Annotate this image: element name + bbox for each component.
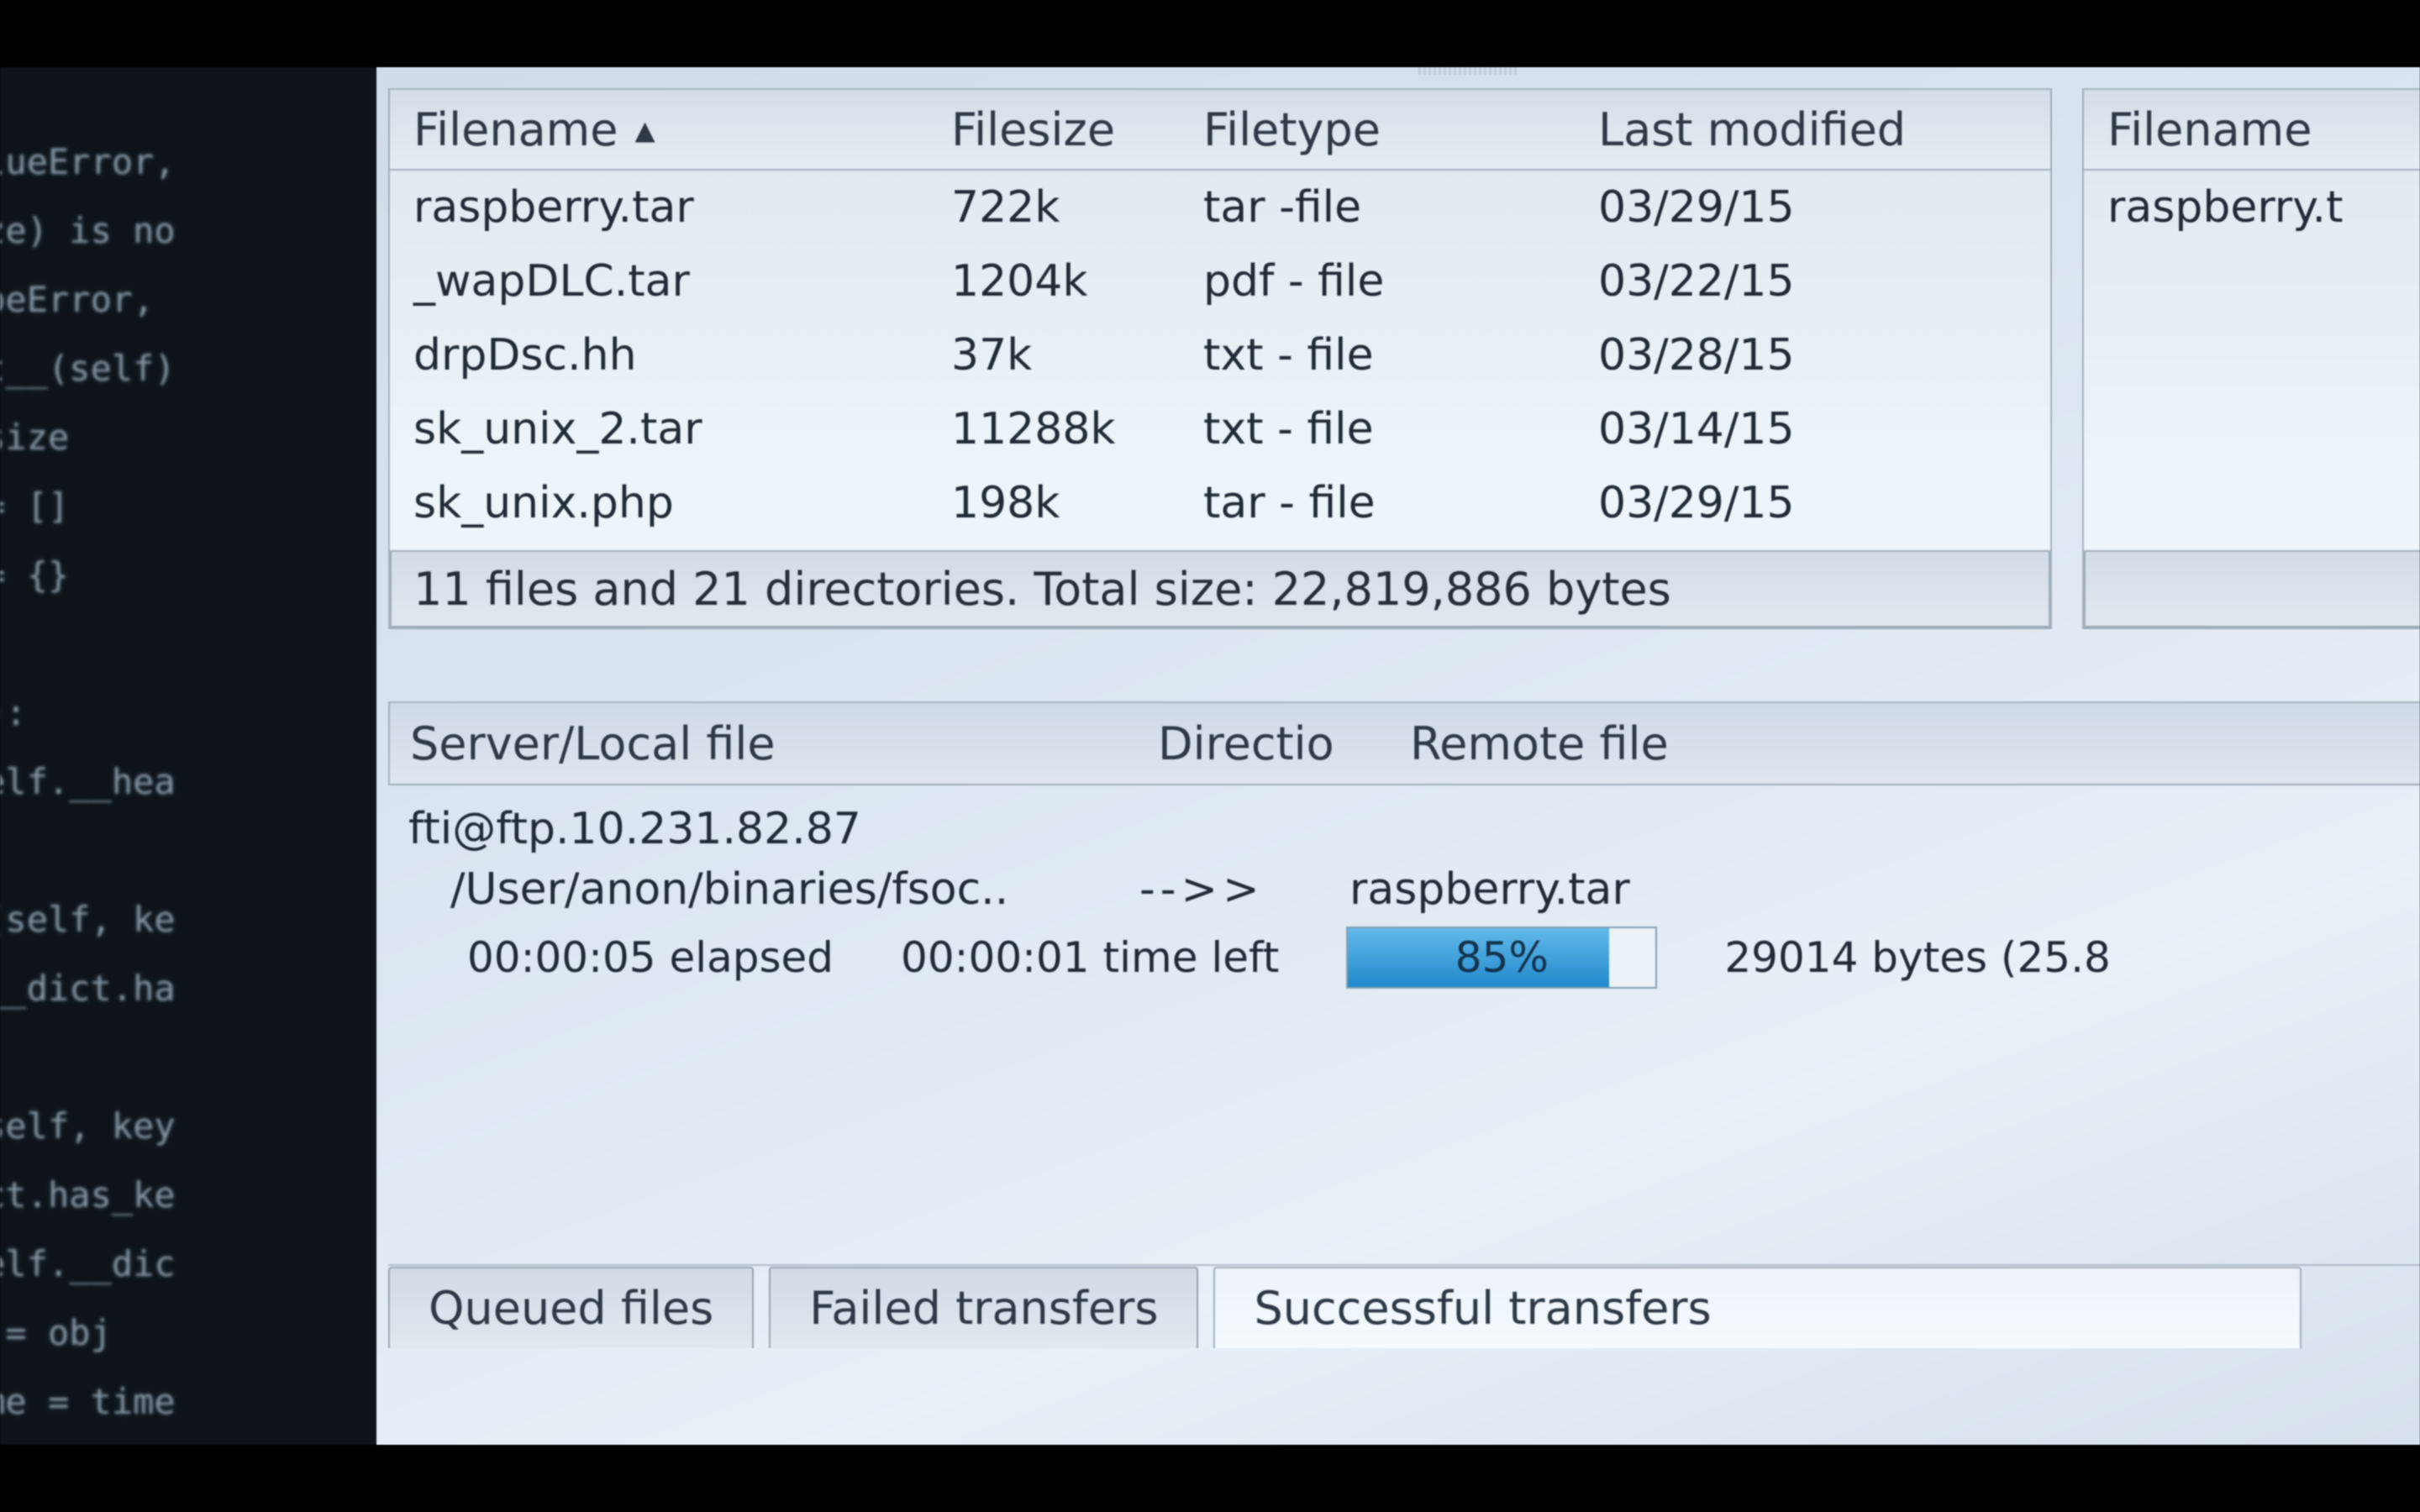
column-filename[interactable]: Filename <box>2084 103 2420 156</box>
column-filename-label: Filename <box>413 103 618 156</box>
file-name: sk_unix_2.tar <box>390 404 928 454</box>
file-type: txt - file <box>1180 404 1575 454</box>
transfer-size: 72 <box>2215 864 2420 915</box>
transfer-host[interactable]: fti@ftp.10.231.82.87 <box>408 804 2420 854</box>
file-size: 722k <box>928 182 1180 233</box>
file-row[interactable]: sk_unix_2.tar 11288k txt - file 03/14/15 <box>390 392 2050 466</box>
file-row[interactable]: raspberry.t <box>2084 171 2420 244</box>
transfer-queue-panel: Server/Local file Directio Remote file S… <box>388 701 2420 997</box>
directory-summary <box>2084 550 2420 627</box>
direction-arrow-icon: -->> <box>1139 864 1349 915</box>
transfer-bytes: 29014 bytes (25.8 <box>1724 933 2110 982</box>
column-filename[interactable]: Filename ▴ <box>390 103 928 156</box>
file-name: drpDsc.hh <box>390 330 928 381</box>
file-row[interactable]: raspberry.tar 722k tar -file 03/29/15 <box>390 171 2050 244</box>
column-filesize[interactable]: Filesize <box>928 103 1180 156</box>
queue-tabs: Queued files Failed transfers Successful… <box>388 1264 2420 1348</box>
ftp-client-window: Filename ▴ Filesize Filetype Last modifi… <box>376 67 2420 1445</box>
file-modified: 03/14/15 <box>1575 404 2050 454</box>
file-name: raspberry.t <box>2084 182 2420 233</box>
tab-successful-transfers[interactable]: Successful transfers <box>1213 1267 2301 1348</box>
transfer-progress-bar: 85% <box>1346 927 1657 989</box>
directory-summary: 11 files and 21 directories. Total size:… <box>390 550 2050 627</box>
file-name: _wapDLC.tar <box>390 256 928 307</box>
column-server-local[interactable]: Server/Local file <box>390 717 1138 770</box>
file-type: txt - file <box>1180 330 1575 381</box>
file-size: 11288k <box>928 404 1180 454</box>
column-last-modified[interactable]: Last modified <box>1575 103 2050 156</box>
transfer-elapsed: 00:00:05 elapsed <box>467 933 834 982</box>
column-remote-file[interactable]: Remote file <box>1390 717 2289 770</box>
transfer-row[interactable]: /User/anon/binaries/fsoc.. -->> raspberr… <box>408 864 2420 915</box>
column-size[interactable]: Si <box>2289 717 2420 770</box>
file-type: tar - file <box>1180 478 1575 528</box>
file-modified: 03/29/15 <box>1575 478 2050 528</box>
file-type: tar -file <box>1180 182 1575 233</box>
file-name: raspberry.tar <box>390 182 928 233</box>
file-row[interactable]: _wapDLC.tar 1204k pdf - file 03/22/15 <box>390 244 2050 318</box>
file-size: 1204k <box>928 256 1180 307</box>
transfer-local-path: /User/anon/binaries/fsoc.. <box>408 864 1139 915</box>
progress-percent: 85% <box>1455 933 1549 982</box>
file-modified: 03/29/15 <box>1575 182 2050 233</box>
column-filetype[interactable]: Filetype <box>1180 103 1575 156</box>
remote-file-panel: Filename raspberry.t <box>2082 88 2420 629</box>
file-row[interactable]: drpDsc.hh 37k txt - file 03/28/15 <box>390 318 2050 392</box>
tab-queued-files[interactable]: Queued files <box>388 1267 754 1348</box>
tab-failed-transfers[interactable]: Failed transfers <box>769 1267 1198 1348</box>
file-size: 37k <box>928 330 1180 381</box>
sort-ascending-icon: ▴ <box>635 106 655 153</box>
file-modified: 03/22/15 <box>1575 256 2050 307</box>
window-drag-handle[interactable] <box>1418 67 1519 75</box>
file-modified: 03/28/15 <box>1575 330 2050 381</box>
file-list-header: Filename ▴ Filesize Filetype Last modifi… <box>390 90 2050 171</box>
file-name: sk_unix.php <box>390 478 928 528</box>
local-file-panel: Filename ▴ Filesize Filetype Last modifi… <box>388 88 2052 629</box>
file-size: 198k <box>928 478 1180 528</box>
transfer-time-left: 00:00:01 time left <box>901 933 1279 982</box>
file-row[interactable]: sk_unix.php 198k tar - file 03/29/15 <box>390 466 2050 540</box>
transfer-remote-file: raspberry.tar <box>1349 864 2215 915</box>
file-type: pdf - file <box>1180 256 1575 307</box>
column-direction[interactable]: Directio <box>1138 717 1390 770</box>
